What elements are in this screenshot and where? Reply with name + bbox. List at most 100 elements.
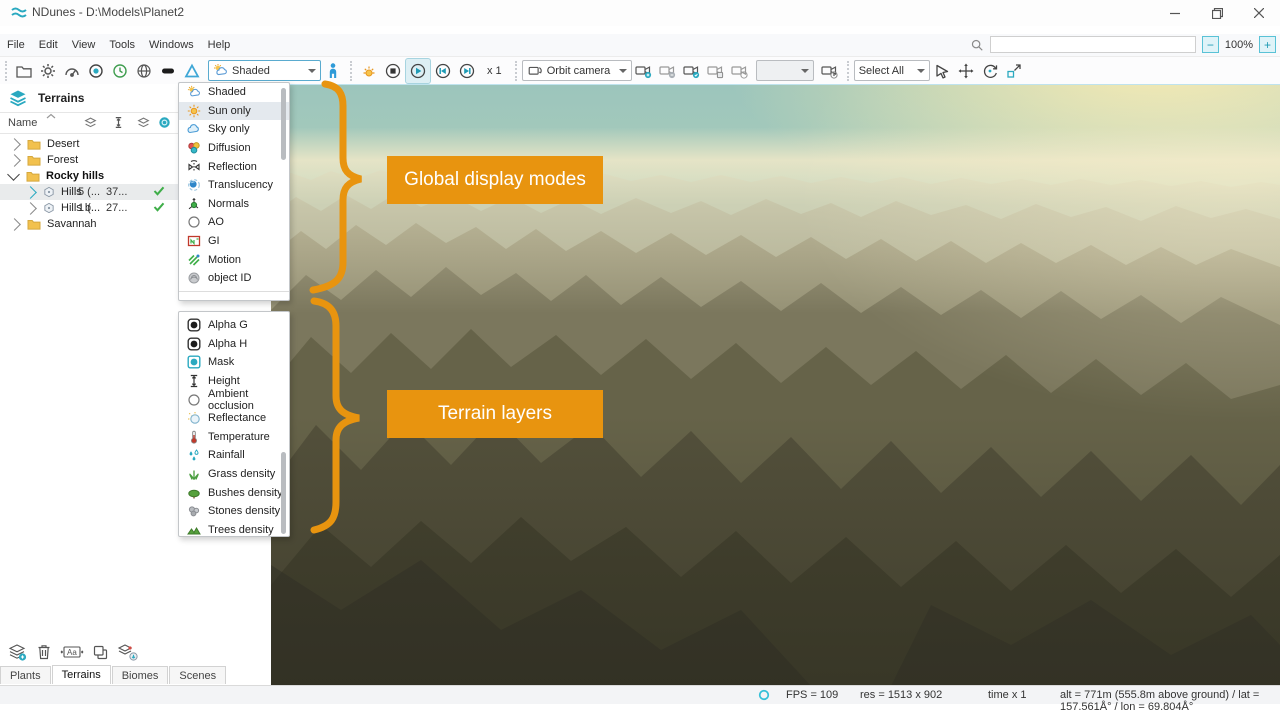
- column-visibility-icon[interactable]: [137, 117, 150, 129]
- annotation-global-display-modes: Global display modes: [387, 156, 603, 204]
- menu-item-translucency[interactable]: Translucency: [179, 176, 289, 195]
- play-button[interactable]: [405, 58, 431, 84]
- menu-item-stones-density[interactable]: Stones density: [179, 502, 289, 521]
- menu-item-motion[interactable]: Motion: [179, 250, 289, 269]
- scrollbar[interactable]: [281, 452, 286, 534]
- camera-settings-button[interactable]: [818, 59, 842, 83]
- menu-item-bushes-density[interactable]: Bushes density: [179, 483, 289, 502]
- open-project-button[interactable]: [12, 59, 36, 83]
- menu-item-reflectance[interactable]: Reflectance: [179, 409, 289, 428]
- record-button[interactable]: [84, 59, 108, 83]
- menu-edit[interactable]: Edit: [32, 39, 65, 51]
- planet-button[interactable]: [132, 59, 156, 83]
- ring-button[interactable]: [156, 59, 180, 83]
- expand-icon[interactable]: [24, 202, 37, 215]
- shaded-icon: [213, 63, 228, 78]
- expand-icon[interactable]: [8, 218, 21, 231]
- folder-icon: [26, 170, 40, 182]
- status-bar: FPS = 109 res = 1513 x 902 time x 1 alt …: [0, 685, 1280, 704]
- menu-item-reflection[interactable]: Reflection: [179, 157, 289, 176]
- tab-scenes[interactable]: Scenes: [169, 666, 226, 684]
- ao-icon: [186, 392, 201, 407]
- menu-help[interactable]: Help: [201, 39, 238, 51]
- menu-windows[interactable]: Windows: [142, 39, 201, 51]
- chevron-down-icon: [308, 69, 316, 73]
- tab-terrains[interactable]: Terrains: [52, 665, 111, 684]
- select-mode-combobox[interactable]: Select All: [854, 60, 930, 81]
- tab-plants[interactable]: Plants: [0, 666, 51, 684]
- settings-button[interactable]: [36, 59, 60, 83]
- rotate-tool-button[interactable]: [978, 59, 1002, 83]
- search-input[interactable]: [990, 36, 1196, 53]
- camera-mode-combobox[interactable]: Orbit camera: [522, 60, 632, 81]
- display-modes-dropdown: Shaded Sun only Sky only Diffusion Refle…: [178, 82, 290, 301]
- menu-item-mask[interactable]: Mask: [179, 353, 289, 372]
- export-terrain-button[interactable]: [117, 643, 139, 661]
- search-icon: [970, 38, 984, 52]
- thermometer-icon: [186, 429, 201, 444]
- restore-button[interactable]: [1200, 2, 1234, 24]
- column-height-icon[interactable]: [112, 116, 125, 129]
- sort-asc-icon: [46, 113, 56, 119]
- menu-view[interactable]: View: [65, 39, 103, 51]
- delete-terrain-button[interactable]: [36, 643, 52, 661]
- menu-item-rainfall[interactable]: Rainfall: [179, 446, 289, 465]
- rename-terrain-button[interactable]: Aa: [60, 644, 84, 660]
- zoom-out-button[interactable]: −: [1202, 36, 1219, 53]
- menu-item-ao[interactable]: AO: [179, 213, 289, 232]
- expand-icon[interactable]: [8, 154, 21, 167]
- zoom-in-button[interactable]: +: [1259, 36, 1276, 53]
- menu-item-diffusion[interactable]: Diffusion: [179, 139, 289, 158]
- menu-item-ambient-occlusion[interactable]: Ambient occlusion: [179, 390, 289, 409]
- minimize-button[interactable]: [1158, 2, 1192, 24]
- menu-tools[interactable]: Tools: [102, 39, 142, 51]
- stop-button[interactable]: [381, 59, 405, 83]
- time-button[interactable]: [108, 59, 132, 83]
- camera-save-button[interactable]: [704, 59, 728, 83]
- sun-button[interactable]: [357, 59, 381, 83]
- expand-icon[interactable]: [24, 186, 37, 199]
- menu-item-alpha-h[interactable]: Alpha H: [179, 335, 289, 354]
- column-globe-icon[interactable]: [158, 116, 171, 129]
- menu-file[interactable]: File: [0, 39, 32, 51]
- folder-icon: [27, 218, 41, 230]
- camera-add-button[interactable]: [632, 59, 656, 83]
- display-mode-combobox[interactable]: Shaded: [208, 60, 321, 81]
- time-speed-label: x 1: [487, 65, 502, 77]
- close-button[interactable]: [1242, 2, 1276, 24]
- avatar-view-button[interactable]: [321, 59, 345, 83]
- tab-biomes[interactable]: Biomes: [112, 666, 169, 684]
- dune-button[interactable]: [180, 59, 204, 83]
- collapse-icon[interactable]: [7, 168, 20, 181]
- reflection-icon: [186, 159, 201, 174]
- menu-item-normals[interactable]: Normals: [179, 195, 289, 214]
- performance-button[interactable]: [60, 59, 84, 83]
- expand-icon[interactable]: [8, 138, 21, 151]
- select-tool-button[interactable]: [930, 59, 954, 83]
- menu-item-alpha-g[interactable]: Alpha G: [179, 316, 289, 335]
- menu-item-temperature[interactable]: Temperature: [179, 428, 289, 447]
- camera-load-button[interactable]: [728, 59, 752, 83]
- camera-remove-button[interactable]: [656, 59, 680, 83]
- menu-item-trees-density[interactable]: Trees density: [179, 521, 289, 537]
- menu-item-shaded[interactable]: Shaded: [179, 83, 289, 102]
- menu-item-object-id[interactable]: object ID: [179, 269, 289, 288]
- camera-edit-button[interactable]: [680, 59, 704, 83]
- menu-item-gi[interactable]: GI: [179, 232, 289, 251]
- menu-item-grass-density[interactable]: Grass density: [179, 465, 289, 484]
- move-tool-button[interactable]: [954, 59, 978, 83]
- column-name[interactable]: Name: [8, 117, 37, 129]
- scrollbar[interactable]: [281, 88, 286, 160]
- duplicate-terrain-button[interactable]: [92, 644, 109, 661]
- add-terrain-button[interactable]: [8, 643, 28, 662]
- folder-icon: [27, 138, 41, 150]
- menu-item-sun-only[interactable]: Sun only: [179, 102, 289, 121]
- column-layers-icon[interactable]: [84, 117, 97, 129]
- step-forward-button[interactable]: [455, 59, 479, 83]
- camera-preset-combobox[interactable]: [756, 60, 814, 81]
- layers-icon: [8, 88, 28, 108]
- scale-tool-button[interactable]: [1002, 59, 1026, 83]
- app-logo-icon: [10, 4, 28, 22]
- menu-item-sky-only[interactable]: Sky only: [179, 120, 289, 139]
- step-back-button[interactable]: [431, 59, 455, 83]
